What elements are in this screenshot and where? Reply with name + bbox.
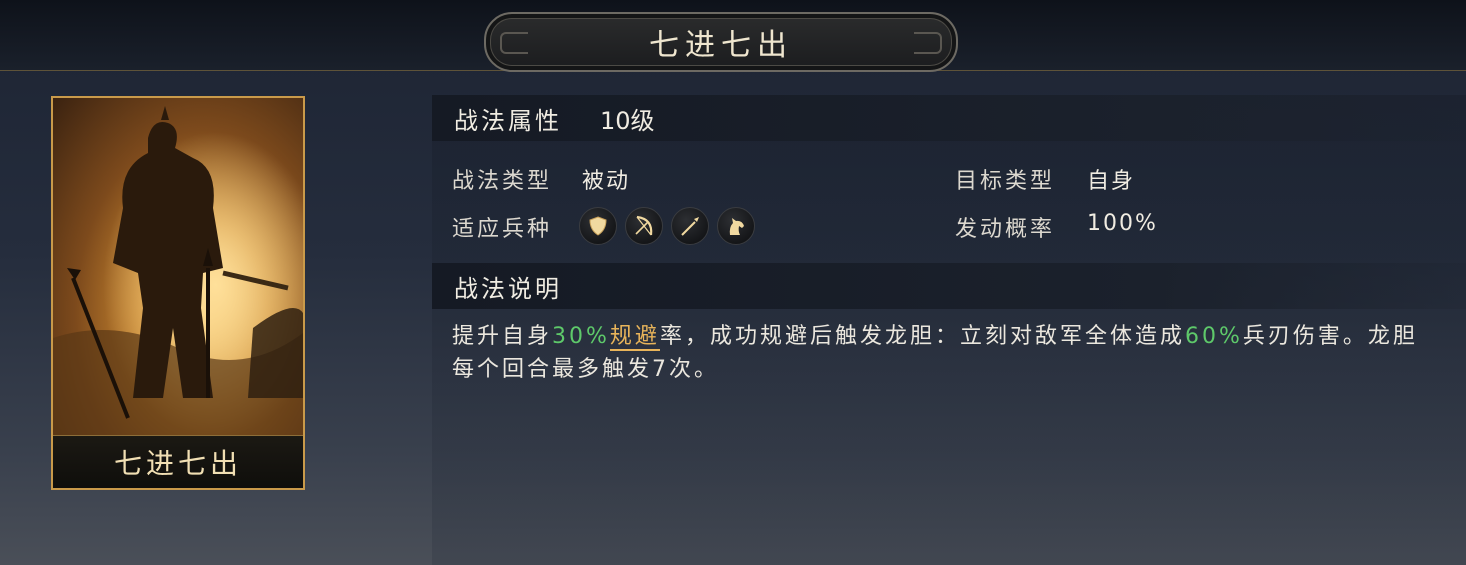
- troop-icons: [579, 207, 755, 245]
- bow-icon[interactable]: [625, 207, 663, 245]
- horse-icon[interactable]: [717, 207, 755, 245]
- skill-type-value: 被动: [582, 169, 631, 194]
- trigger-rate-label: 发动概率: [955, 217, 1056, 242]
- ornament-left: [500, 32, 528, 54]
- description-header: 战法说明: [432, 263, 1466, 309]
- desc-part-3: 兵刃伤害: [1242, 324, 1343, 349]
- ornament-right: [914, 32, 942, 54]
- desc-part-2: 率，成功规避后触发龙胆：立刻对敌军全体造成: [659, 324, 1185, 349]
- spear-icon[interactable]: [671, 207, 709, 245]
- troop-types-label: 适应兵种: [452, 217, 553, 242]
- evasion-keyword-link[interactable]: 规避: [609, 324, 660, 351]
- target-type-value: 自身: [1087, 169, 1136, 194]
- description-title: 战法说明: [454, 274, 562, 303]
- card-caption: 七进七出: [53, 435, 303, 488]
- trigger-rate-value: 100%: [1087, 211, 1158, 236]
- page-title: 七进七出: [649, 28, 793, 63]
- warrior-illustration: [53, 98, 303, 438]
- attributes-header: 战法属性 10级: [432, 95, 1466, 141]
- attributes-title: 战法属性: [454, 106, 562, 135]
- skill-description: 提升自身30%规避率，成功规避后触发龙胆：立刻对敌军全体造成60%兵刃伤害。龙胆…: [452, 320, 1442, 386]
- card-name: 七进七出: [113, 447, 242, 480]
- skill-card[interactable]: 七进七出: [51, 96, 305, 490]
- evasion-percent: 30%: [552, 324, 610, 349]
- title-plate: 七进七出: [484, 12, 958, 72]
- skill-type-label: 战法类型: [452, 169, 553, 194]
- shield-icon[interactable]: [579, 207, 617, 245]
- target-type-label: 目标类型: [955, 169, 1056, 194]
- skill-level: 10级: [600, 106, 655, 135]
- desc-part-1: 提升自身: [452, 324, 553, 349]
- damage-percent: 60%: [1184, 324, 1243, 349]
